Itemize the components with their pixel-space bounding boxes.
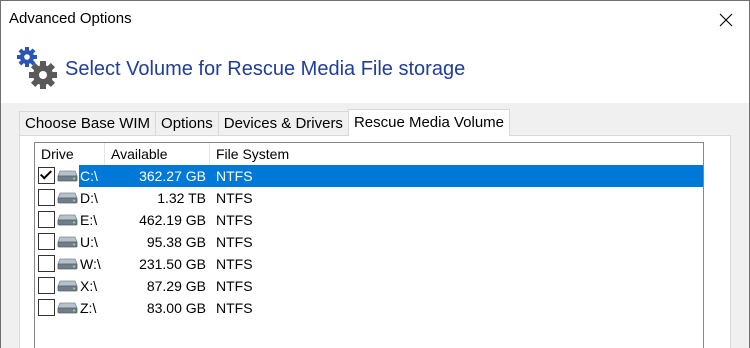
hard-drive-icon [57, 191, 78, 207]
available-space: 1.32 TB [157, 190, 206, 206]
list-item[interactable]: C:\ 362.27 GB NTFS [35, 165, 703, 187]
tab-strip: Choose Base WIM Options Devices & Driver… [19, 109, 511, 136]
drive-checkbox[interactable] [38, 167, 55, 184]
available-space: 87.29 GB [146, 278, 206, 294]
drive-letter: Z:\ [80, 300, 97, 316]
hard-drive-icon [57, 235, 78, 251]
available-space: 231.50 GB [139, 256, 206, 272]
file-system: NTFS [216, 278, 253, 294]
file-system: NTFS [216, 190, 253, 206]
list-header: Drive Available Space File System [35, 143, 703, 184]
dialog-header: Select Volume for Rescue Media File stor… [1, 39, 749, 103]
hard-drive-icon [57, 169, 78, 185]
file-system: NTFS [216, 300, 253, 316]
gears-icon [17, 47, 57, 89]
list-item[interactable]: Z:\ 83.00 GB NTFS [35, 297, 703, 319]
available-space: 462.19 GB [139, 212, 206, 228]
list-item[interactable]: W:\ 231.50 GB NTFS [35, 253, 703, 275]
title-bar: Advanced Options [1, 1, 749, 39]
tab-options[interactable]: Options [155, 111, 219, 136]
advanced-options-window: Advanced Options Select Volume for Rescu… [0, 0, 750, 348]
header-title: Select Volume for Rescue Media File stor… [65, 58, 466, 80]
list-item[interactable]: E:\ 462.19 GB NTFS [35, 209, 703, 231]
drive-checkbox[interactable] [38, 189, 55, 206]
column-header-drive[interactable]: Drive [35, 143, 105, 165]
window-title: Advanced Options [9, 10, 132, 27]
close-icon [719, 13, 733, 27]
file-system: NTFS [216, 168, 253, 184]
tab-panel: Drive Available Space File System C:\ 362… [19, 135, 731, 348]
drive-checkbox[interactable] [38, 211, 55, 228]
drive-letter: U:\ [80, 234, 98, 250]
hard-drive-icon [57, 257, 78, 273]
drive-letter: D:\ [80, 190, 98, 206]
close-button[interactable] [703, 1, 749, 39]
file-system: NTFS [216, 212, 253, 228]
available-space: 362.27 GB [139, 168, 206, 184]
drive-letter: E:\ [80, 212, 98, 228]
hard-drive-icon [57, 279, 78, 295]
list-item[interactable]: X:\ 87.29 GB NTFS [35, 275, 703, 297]
drive-checkbox[interactable] [38, 299, 55, 316]
drive-checkbox[interactable] [38, 233, 55, 250]
drive-letter: W:\ [80, 256, 101, 272]
available-space: 95.38 GB [146, 234, 206, 250]
list-item[interactable]: D:\ 1.32 TB NTFS [35, 187, 703, 209]
column-header-file-system[interactable]: File System [210, 143, 310, 165]
file-system: NTFS [216, 256, 253, 272]
available-space: 83.00 GB [146, 300, 206, 316]
list-item[interactable]: U:\ 95.38 GB NTFS [35, 231, 703, 253]
column-header-available-space[interactable]: Available Space [105, 143, 210, 184]
tab-choose-base-wim[interactable]: Choose Base WIM [19, 111, 157, 136]
volume-list[interactable]: Drive Available Space File System C:\ 362… [34, 142, 704, 348]
dialog-body: Choose Base WIM Options Devices & Driver… [1, 103, 749, 348]
drive-letter: X:\ [80, 278, 98, 294]
hard-drive-icon [57, 301, 78, 317]
tab-rescue-media-volume[interactable]: Rescue Media Volume [347, 109, 511, 136]
checkmark-icon [39, 167, 53, 180]
file-system: NTFS [216, 234, 253, 250]
drive-checkbox[interactable] [38, 255, 55, 272]
tab-devices-drivers[interactable]: Devices & Drivers [217, 111, 349, 136]
drive-letter: C:\ [80, 168, 98, 184]
drive-checkbox[interactable] [38, 277, 55, 294]
hard-drive-icon [57, 213, 78, 229]
